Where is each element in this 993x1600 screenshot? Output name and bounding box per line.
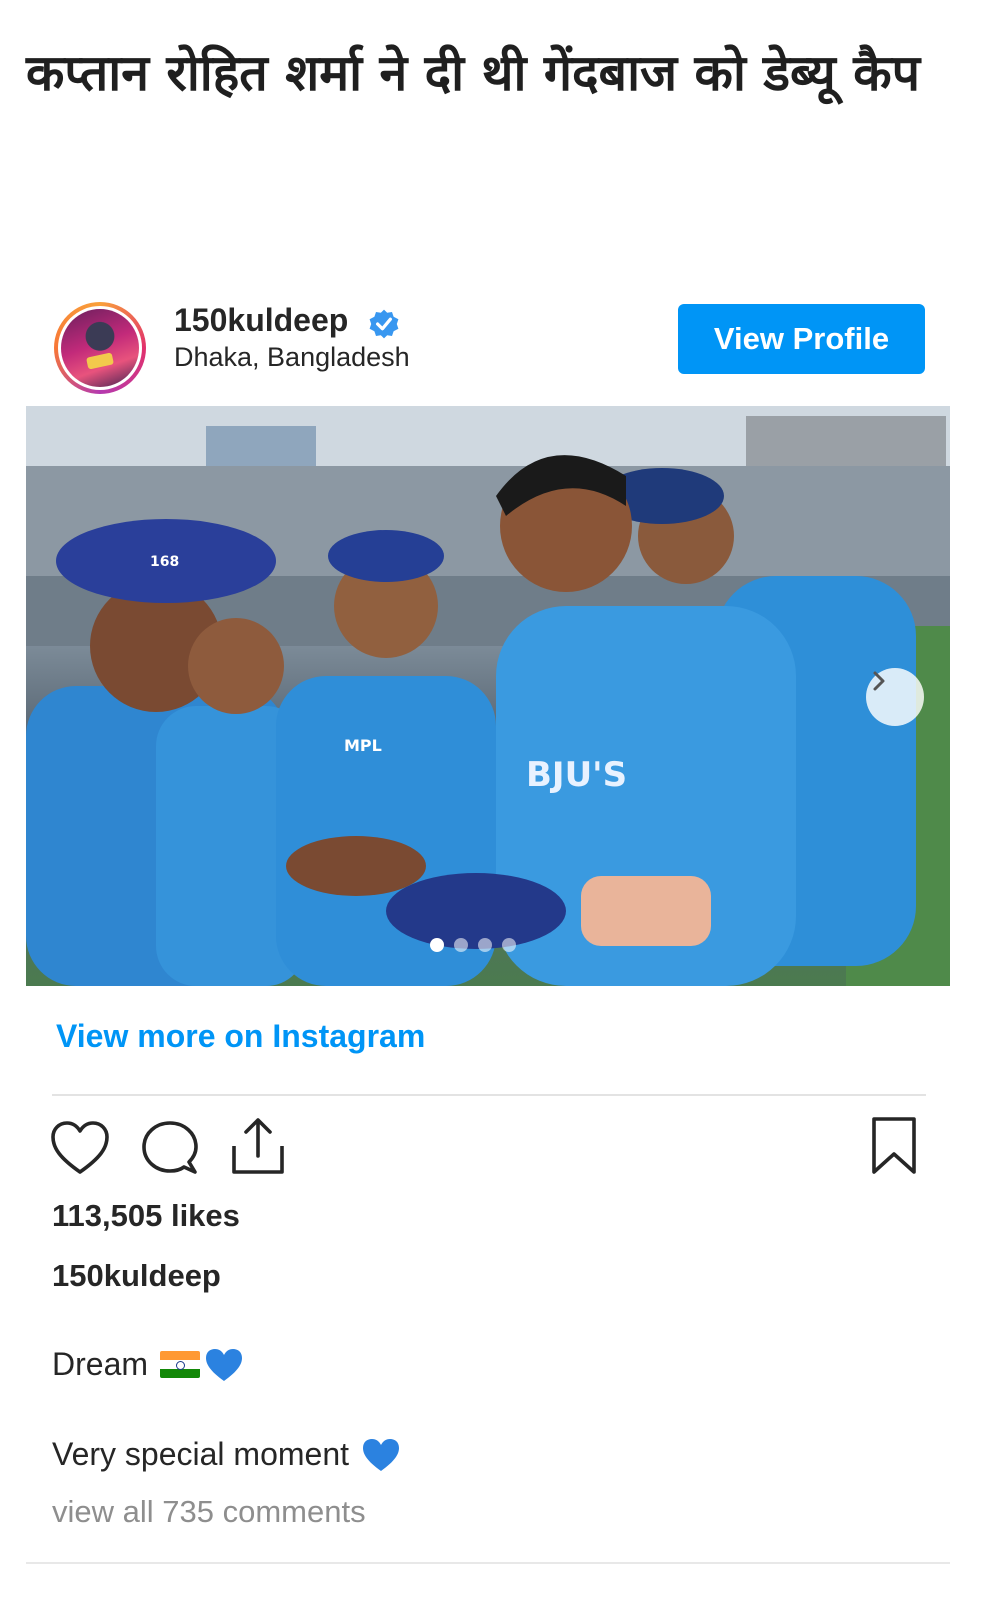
kit-sponsor-text: MPL (344, 736, 382, 755)
post-location[interactable]: Dhaka, Bangladesh (174, 342, 410, 373)
player-3-cap (328, 530, 444, 582)
jersey-sponsor-text: BJU'S (526, 755, 627, 795)
caption-line-1: Dream (52, 1346, 244, 1383)
heart-outline-icon[interactable] (50, 1120, 110, 1176)
carousel-dot-1 (430, 938, 444, 952)
carousel-dot-3 (478, 938, 492, 952)
debutant-arm (581, 876, 711, 946)
bottom-divider (26, 1562, 950, 1564)
instagram-embed: 150kuldeep Dhaka, Bangladesh View Profil… (26, 290, 950, 986)
likes-count[interactable]: 113,505 likes (52, 1198, 240, 1234)
chevron-right-icon (873, 671, 885, 691)
comment-bubble-icon[interactable] (141, 1120, 199, 1176)
avatar-image (61, 309, 139, 387)
captain-hand (286, 836, 426, 896)
india-flag-icon (160, 1351, 201, 1378)
blue-heart-icon (206, 1348, 243, 1381)
caption-text-2: Very special moment (52, 1436, 350, 1472)
share-upload-icon[interactable] (230, 1116, 286, 1176)
player-2-head (188, 618, 284, 714)
carousel-indicator (430, 938, 516, 952)
bookmark-icon[interactable] (870, 1116, 918, 1176)
divider (52, 1094, 926, 1096)
cap-number-text: 168 (150, 554, 179, 570)
caption-text-1: Dream (52, 1346, 149, 1382)
carousel-dot-2 (454, 938, 468, 952)
caption-line-2: Very special moment (52, 1436, 401, 1473)
post-photo-scene: 168 MPL BJU'S (26, 406, 950, 986)
view-profile-button[interactable]: View Profile (678, 304, 925, 374)
view-more-on-instagram-link[interactable]: View more on Instagram (56, 1018, 425, 1055)
blue-heart-icon (363, 1438, 400, 1471)
caption-username[interactable]: 150kuldeep (52, 1258, 221, 1294)
post-photo[interactable]: 168 MPL BJU'S (26, 406, 950, 986)
post-username[interactable]: 150kuldeep (174, 302, 348, 339)
verified-badge-icon (369, 309, 399, 339)
carousel-dot-4 (502, 938, 516, 952)
avatar[interactable] (54, 302, 146, 394)
post-header: 150kuldeep Dhaka, Bangladesh View Profil… (26, 290, 950, 406)
avatar-border (58, 306, 142, 390)
article-headline: कप्तान रोहित शर्मा ने दी थी गेंदबाज को ड… (26, 44, 921, 102)
carousel-next-button[interactable] (866, 668, 924, 726)
view-all-comments-link[interactable]: view all 735 comments (52, 1494, 366, 1530)
